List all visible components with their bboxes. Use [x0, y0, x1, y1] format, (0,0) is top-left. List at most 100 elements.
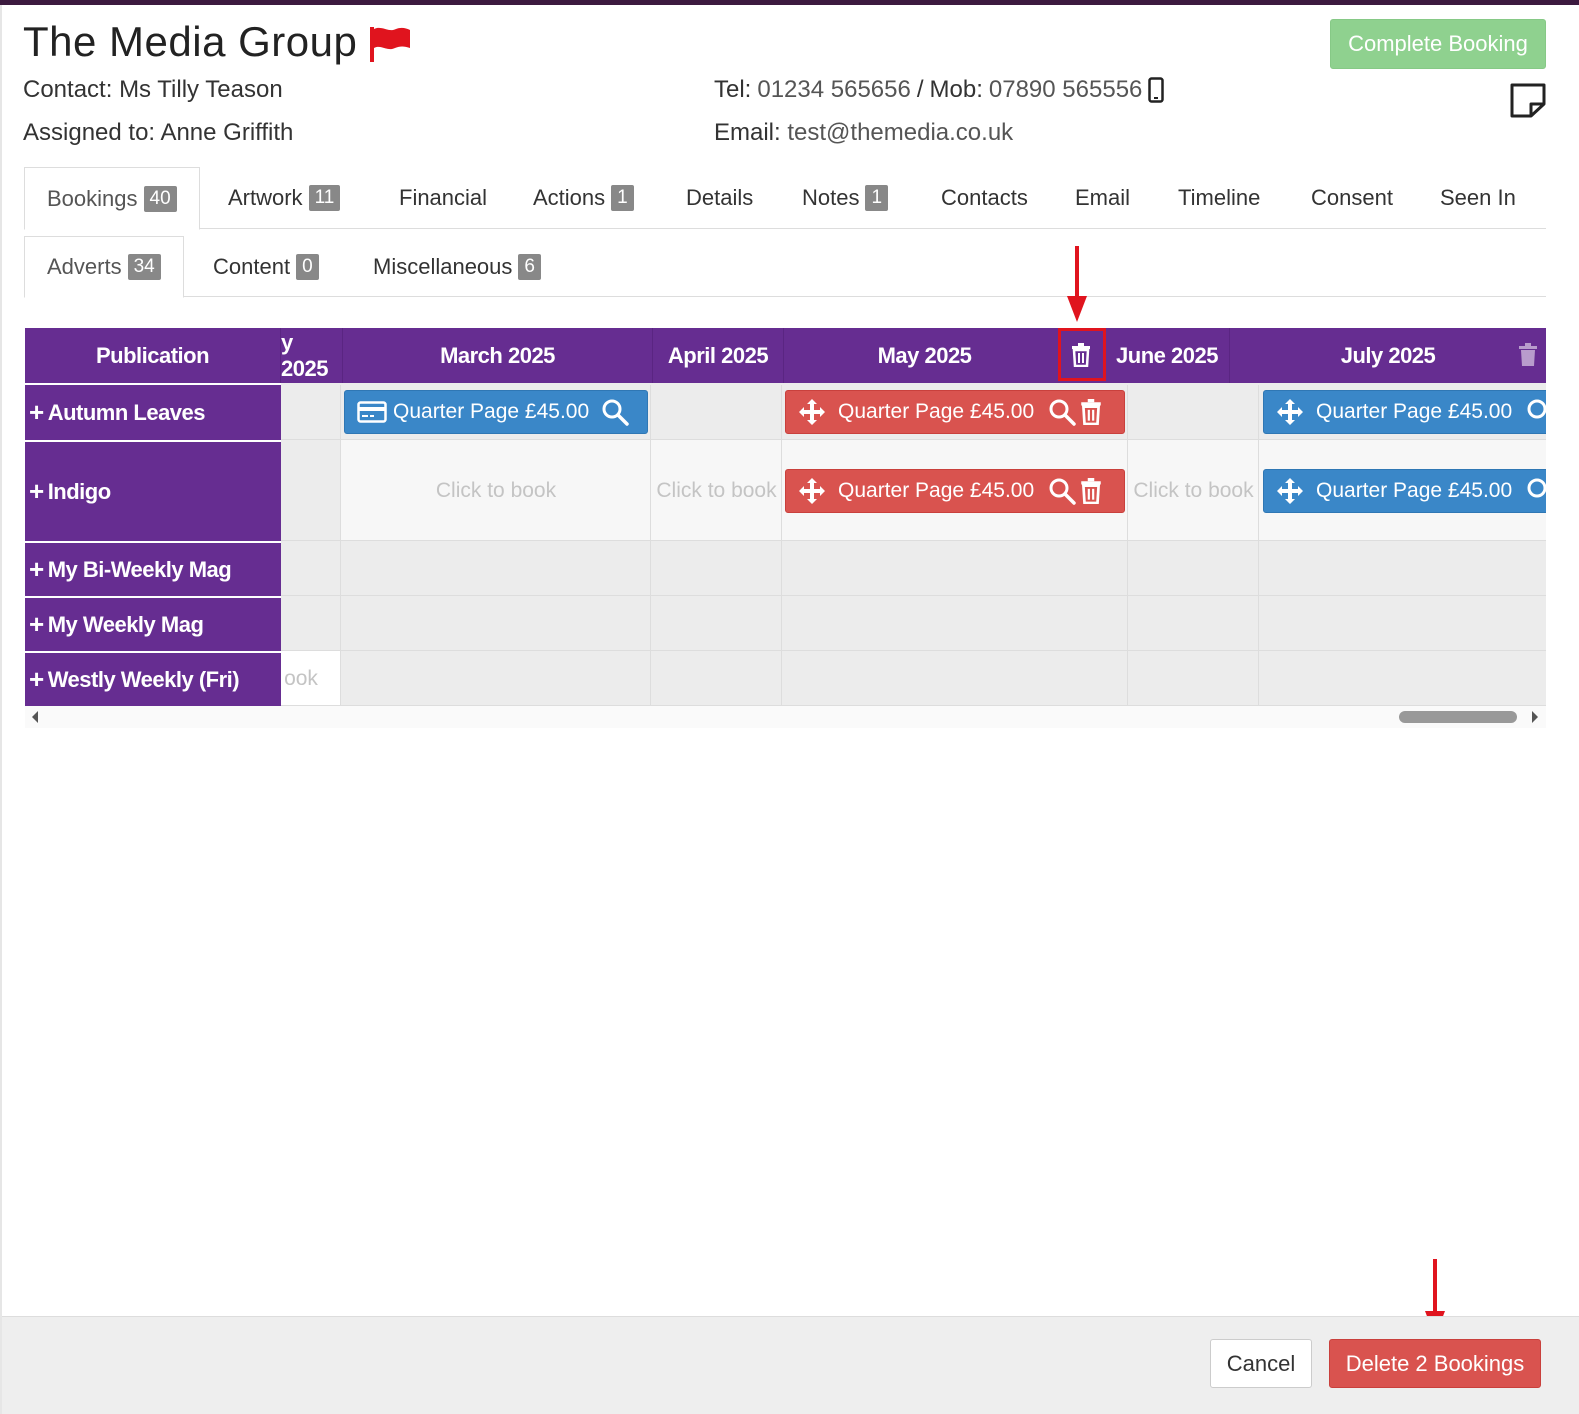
grid-cell[interactable]: [281, 541, 341, 596]
subtab-miscellaneous[interactable]: Miscellaneous 6: [373, 236, 541, 297]
tab-label: Consent: [1311, 185, 1393, 210]
subtab-adverts[interactable]: Adverts 34: [24, 236, 184, 298]
email-line: Email: test@themedia.co.uk: [714, 119, 1013, 147]
search-icon[interactable]: [1048, 477, 1076, 505]
tab-label: Seen In: [1440, 185, 1516, 210]
booking-card-selected[interactable]: Quarter Page £45.00: [785, 390, 1125, 434]
scroll-left-icon[interactable]: [30, 711, 40, 723]
horizontal-scrollbar[interactable]: [25, 706, 1546, 728]
assigned-label: Assigned to:: [23, 119, 156, 146]
move-icon[interactable]: [1276, 477, 1304, 505]
tab-badge: 1: [611, 185, 634, 211]
publication-row-westly-weekly[interactable]: + Westly Weekly (Fri): [25, 651, 281, 706]
mobile-phone-icon: [1148, 77, 1165, 103]
click-to-book[interactable]: Click to book: [1128, 440, 1259, 541]
grid-cell[interactable]: [1259, 651, 1546, 706]
email-value[interactable]: test@themedia.co.uk: [787, 119, 1013, 146]
booking-card[interactable]: Quarter Page £45.00: [344, 390, 648, 434]
move-icon[interactable]: [798, 398, 826, 426]
tab-bookings[interactable]: Bookings 40: [24, 167, 200, 230]
booking-label: Quarter Page £45.00: [838, 479, 1035, 502]
grid-cell[interactable]: [651, 385, 782, 440]
plus-icon: +: [29, 397, 44, 427]
tab-label: Artwork: [228, 185, 303, 210]
tab-actions[interactable]: Actions 1: [533, 167, 634, 229]
mob-value[interactable]: 07890 565556: [989, 76, 1143, 104]
delete-bookings-button[interactable]: Delete 2 Bookings: [1329, 1339, 1541, 1388]
tab-seen-in[interactable]: Seen In: [1440, 167, 1516, 229]
subtab-label: Adverts: [47, 254, 122, 279]
complete-booking-button[interactable]: Complete Booking: [1330, 19, 1546, 69]
email-label: Email:: [714, 119, 781, 146]
contact-label: Contact:: [23, 76, 113, 103]
month-label: May 2025: [877, 342, 972, 368]
move-icon[interactable]: [798, 477, 826, 505]
move-icon[interactable]: [1276, 398, 1304, 426]
search-icon[interactable]: [1048, 398, 1076, 426]
tab-notes[interactable]: Notes 1: [802, 167, 889, 229]
main-tabs: Bookings 40 Artwork 11 Financial Actions…: [24, 167, 1546, 230]
search-icon[interactable]: [1526, 398, 1546, 426]
tab-consent[interactable]: Consent: [1311, 167, 1393, 229]
grid-cell[interactable]: [782, 651, 1128, 706]
publication-row-indigo[interactable]: + Indigo: [25, 440, 281, 541]
publication-row-my-bi-weekly-mag[interactable]: + My Bi-Weekly Mag: [25, 541, 281, 596]
scrollbar-thumb[interactable]: [1399, 711, 1517, 723]
mob-label: Mob:: [929, 76, 983, 103]
grid-cell[interactable]: [651, 651, 782, 706]
subtab-content[interactable]: Content 0: [213, 236, 319, 297]
grid-cell[interactable]: [1128, 541, 1259, 596]
window-top-bar: [0, 0, 1579, 5]
tab-email[interactable]: Email: [1075, 167, 1130, 229]
click-to-book-partial[interactable]: ook: [281, 651, 321, 706]
grid-cell[interactable]: [1128, 596, 1259, 651]
tel-value[interactable]: 01234 565656: [757, 76, 911, 104]
grid-cell[interactable]: [281, 385, 341, 440]
grid-cell[interactable]: [782, 596, 1128, 651]
grid-cell[interactable]: [341, 651, 651, 706]
grid-cell[interactable]: [341, 541, 651, 596]
plus-icon: +: [29, 609, 44, 639]
search-icon[interactable]: [601, 398, 629, 426]
grid-cell[interactable]: [1128, 385, 1259, 440]
tab-artwork[interactable]: Artwork 11: [228, 167, 341, 229]
subtab-badge: 0: [296, 253, 319, 280]
publication-row-my-weekly-mag[interactable]: + My Weekly Mag: [25, 596, 281, 651]
grid-cell[interactable]: [281, 440, 341, 541]
booking-label: Quarter Page £45.00: [1316, 400, 1513, 423]
search-icon[interactable]: [1526, 477, 1546, 505]
trash-icon[interactable]: [1080, 399, 1102, 425]
subtab-label: Content: [213, 253, 291, 279]
grid-cell[interactable]: [281, 596, 341, 651]
publication-row-autumn-leaves[interactable]: + Autumn Leaves: [25, 383, 281, 440]
tab-label: Actions: [533, 185, 606, 210]
left-border: [0, 5, 2, 1414]
trash-icon[interactable]: [1080, 478, 1102, 504]
tab-contacts[interactable]: Contacts: [941, 167, 1028, 229]
click-to-book[interactable]: Click to book: [341, 440, 651, 541]
company-name: The Media Group: [23, 18, 358, 65]
booking-card[interactable]: Quarter Page £45.00: [1263, 390, 1546, 434]
grid-cell[interactable]: [1128, 651, 1259, 706]
booking-card-selected[interactable]: Quarter Page £45.00: [785, 469, 1125, 513]
trash-icon[interactable]: [1518, 343, 1538, 367]
tab-details[interactable]: Details: [686, 167, 753, 229]
grid-cell[interactable]: [782, 541, 1128, 596]
flag-icon[interactable]: [368, 24, 412, 64]
booking-label: Quarter Page £45.00: [1316, 479, 1513, 502]
cancel-button[interactable]: Cancel: [1210, 1339, 1312, 1388]
grid-cell[interactable]: [1259, 596, 1546, 651]
grid-cell[interactable]: [651, 596, 782, 651]
tab-financial[interactable]: Financial: [399, 167, 487, 229]
tab-timeline[interactable]: Timeline: [1178, 167, 1260, 229]
subtab-badge: 34: [127, 254, 161, 280]
scroll-right-icon[interactable]: [1530, 711, 1540, 723]
click-to-book[interactable]: Click to book: [651, 440, 782, 541]
tab-label: Bookings: [47, 185, 138, 211]
sticky-note-icon[interactable]: [1509, 82, 1547, 118]
booking-card[interactable]: Quarter Page £45.00: [1263, 469, 1546, 513]
grid-cell[interactable]: [1259, 541, 1546, 596]
tab-label: Financial: [399, 185, 488, 210]
grid-cell[interactable]: [651, 541, 782, 596]
grid-cell[interactable]: [341, 596, 651, 651]
